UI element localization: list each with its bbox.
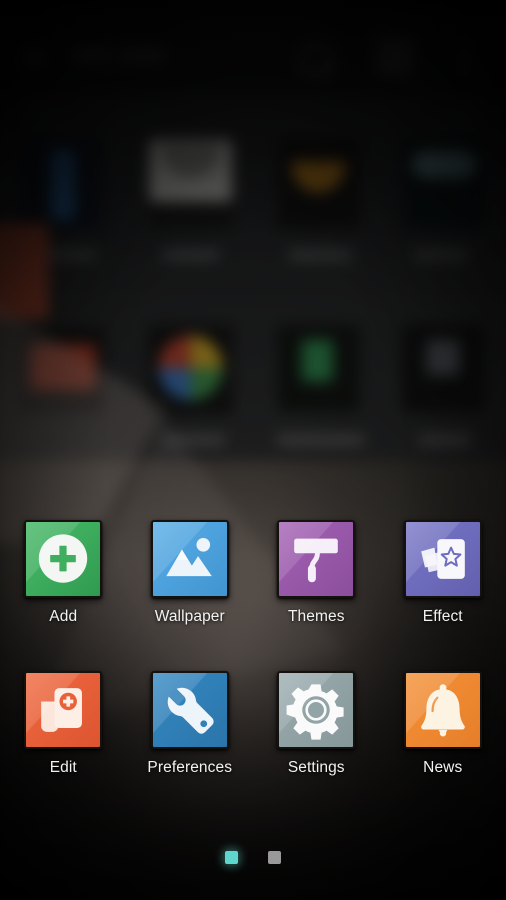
edit-pages-plus-icon — [41, 688, 83, 732]
wrench-icon — [167, 687, 214, 734]
plus-circle-icon — [39, 534, 88, 583]
menu-row-1: Add Wallpaper Themes Effect — [0, 520, 506, 626]
news-tile[interactable] — [403, 671, 482, 749]
apps-icon[interactable] — [376, 38, 415, 76]
menu-item-themes[interactable]: Themes — [253, 520, 380, 626]
grid-icon[interactable] — [19, 46, 44, 66]
themes-tile[interactable] — [277, 520, 356, 598]
menu-item-label: Add — [49, 608, 78, 625]
drawer-app-label — [418, 435, 471, 445]
page-dot-1-active[interactable] — [225, 851, 238, 864]
effect-tile[interactable] — [403, 520, 482, 598]
drawer-top-bar — [0, 0, 506, 95]
drawer-app-glyph-chrome — [158, 335, 223, 401]
drawer-title-text-2 — [118, 48, 165, 62]
menu-item-news[interactable]: News — [380, 671, 506, 777]
menu-item-preferences[interactable]: Preferences — [127, 671, 254, 777]
page-indicator — [0, 851, 506, 864]
menu-item-label: Preferences — [147, 759, 233, 776]
status-bar — [0, 0, 506, 12]
launcher-screen: Add Wallpaper Themes Effect Edit Prefere… — [0, 0, 506, 900]
menu-item-add[interactable]: Add — [0, 520, 127, 626]
add-tile[interactable] — [24, 520, 103, 598]
drawer-app-label — [414, 250, 469, 260]
paint-roller-icon — [294, 538, 339, 583]
edit-tile[interactable] — [24, 671, 103, 749]
drawer-app-label — [276, 435, 365, 445]
menu-item-edit[interactable]: Edit — [0, 671, 127, 777]
menu-item-settings[interactable]: Settings — [253, 671, 380, 777]
menu-item-label: Edit — [49, 759, 77, 776]
menu-item-label: Effect — [422, 608, 463, 625]
menu-row-2: Edit Preferences Settings News — [0, 671, 506, 777]
drawer-title-text — [71, 48, 113, 62]
image-landscape-icon — [166, 537, 212, 577]
wallpaper-orange-shape — [0, 223, 49, 319]
drawer-app-glyph-music — [426, 339, 460, 376]
drawer-app-glyph-excel — [301, 339, 334, 382]
preferences-tile[interactable] — [150, 671, 229, 749]
launcher-menu-overlay: Add Wallpaper Themes Effect Edit Prefere… — [0, 520, 506, 777]
drawer-app-glyph-facebook — [50, 148, 76, 220]
overflow-menu-icon[interactable] — [462, 40, 470, 74]
menu-row-spacer — [0, 626, 506, 671]
gear-icon — [286, 684, 344, 740]
menu-item-wallpaper[interactable]: Wallpaper — [127, 520, 254, 626]
menu-item-label: Settings — [287, 759, 345, 776]
menu-item-label: News — [423, 759, 463, 776]
drawer-app-label — [162, 250, 219, 260]
wallpaper-tile[interactable] — [150, 520, 229, 598]
drawer-app-glyph-weather — [412, 150, 477, 178]
drawer-app-label — [289, 250, 352, 260]
cards-star-icon — [420, 539, 465, 579]
settings-tile[interactable] — [277, 671, 356, 749]
menu-item-effect[interactable]: Effect — [380, 520, 506, 626]
bell-icon — [420, 684, 465, 737]
page-dot-2[interactable] — [268, 851, 281, 864]
menu-item-label: Themes — [287, 608, 345, 625]
menu-item-label: Wallpaper — [154, 608, 225, 625]
